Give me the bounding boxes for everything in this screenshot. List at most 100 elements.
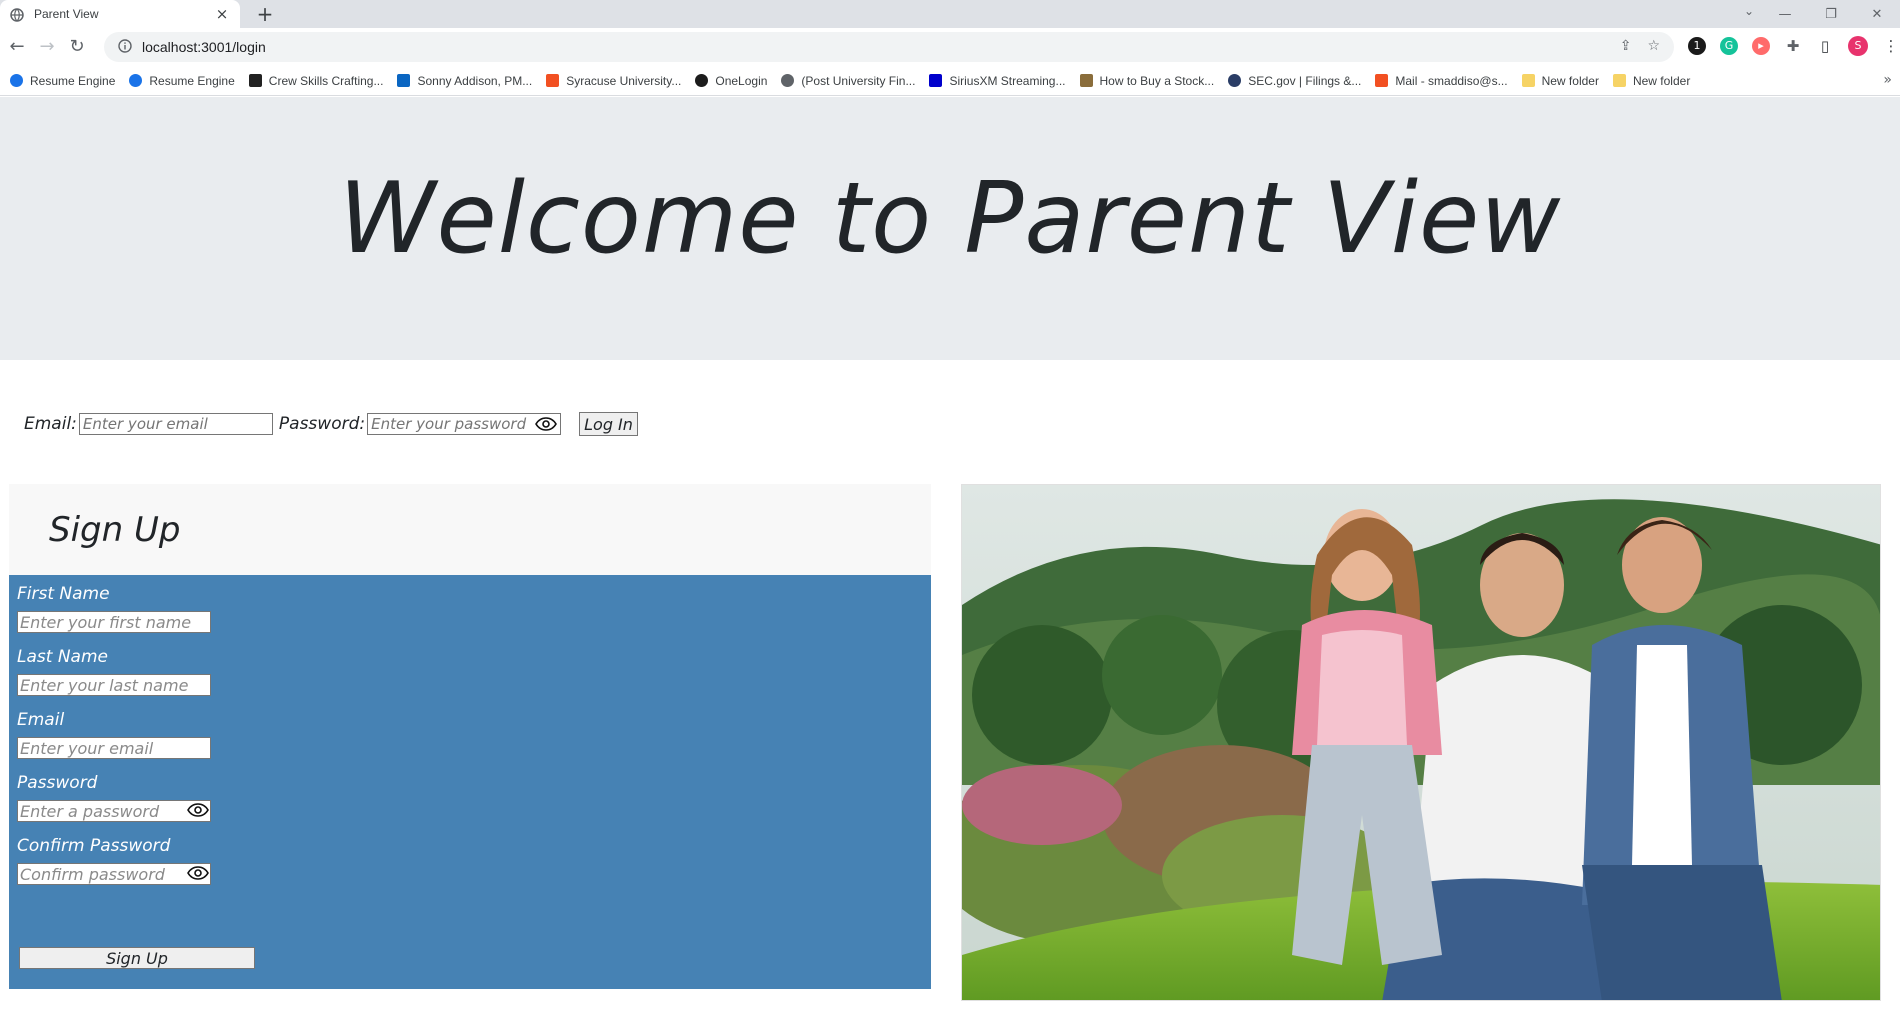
globe-icon [10, 7, 24, 22]
login-button[interactable]: Log In [579, 412, 638, 436]
last-name-label: Last Name [17, 647, 108, 667]
bookmark-label: SEC.gov | Filings &... [1248, 73, 1362, 88]
folder-icon [1521, 74, 1535, 87]
url-text: localhost:3001/login [142, 39, 266, 55]
browser-tab[interactable]: Parent View × [0, 0, 240, 28]
bookmark-item[interactable]: Sonny Addison, PM... [397, 74, 532, 88]
restore-icon[interactable]: ❐ [1808, 7, 1854, 22]
first-name-input[interactable] [17, 611, 211, 633]
linkedin-icon [397, 74, 411, 87]
bookmark-label: Sonny Addison, PM... [417, 73, 533, 88]
reload-icon[interactable]: ↻ [62, 32, 92, 62]
onelogin-icon [695, 74, 709, 87]
bookmark-item[interactable]: Crew Skills Crafting... [248, 73, 384, 88]
bookmark-item[interactable]: SEC.gov | Filings &... [1228, 74, 1361, 88]
login-form: Email: Password: Log In [24, 412, 638, 436]
bookmark-label: SiriusXM Streaming... [949, 73, 1066, 88]
bookmark-item[interactable]: How to Buy a Stock... [1079, 73, 1215, 88]
bookmark-label: Crew Skills Crafting... [268, 73, 384, 88]
window-controls: — ❐ ✕ [1762, 0, 1900, 28]
more-bookmarks-icon[interactable]: » [1883, 72, 1892, 88]
bookmark-label: New folder [1541, 73, 1599, 88]
signup-form: First Name Last Name Email Password Conf… [9, 575, 931, 989]
globe-icon [781, 74, 795, 87]
first-name-label: First Name [17, 584, 110, 604]
page-title: Welcome to Parent View [338, 161, 1562, 276]
family-photo-illustration [962, 485, 1880, 1000]
onepassword-icon[interactable]: 1 [1688, 37, 1706, 55]
tab-strip: Parent View × + ⌄ — ❐ ✕ [0, 0, 1900, 28]
bookmark-label: Syracuse University... [566, 73, 682, 88]
close-icon[interactable]: × [214, 6, 230, 22]
address-bar[interactable]: localhost:3001/login ⇪ ☆ [104, 32, 1674, 62]
microsoft-icon [1375, 74, 1389, 87]
share-icon[interactable]: ⇪ [1620, 38, 1632, 54]
bookmark-item[interactable]: OneLogin [695, 74, 767, 88]
close-window-icon[interactable]: ✕ [1854, 7, 1900, 22]
eye-icon[interactable] [187, 865, 209, 880]
login-password-input[interactable] [367, 413, 562, 435]
login-password-label: Password: [278, 414, 366, 434]
signup-password-label: Password [17, 773, 98, 793]
bookmark-label: How to Buy a Stock... [1099, 73, 1215, 88]
kebab-menu-icon[interactable]: ⋮ [1882, 37, 1900, 55]
minimize-icon[interactable]: — [1762, 7, 1808, 22]
bookmark-item[interactable]: Syracuse University... [546, 74, 681, 88]
login-email-input[interactable] [78, 413, 273, 435]
bookmark-item[interactable]: Resume Engine [10, 74, 115, 88]
bookmark-label: Mail - smaddiso@s... [1395, 73, 1508, 88]
signup-header: Sign Up [9, 484, 931, 575]
bookmark-item[interactable]: Resume Engine [129, 73, 235, 88]
tab-title: Parent View [34, 7, 99, 21]
info-icon[interactable] [118, 38, 132, 57]
signup-password-wrapper [17, 800, 211, 822]
bookmark-item[interactable]: New folder [1612, 73, 1691, 88]
signup-heading: Sign Up [49, 509, 181, 550]
last-name-input[interactable] [17, 674, 211, 696]
bookmark-label: New folder [1632, 73, 1691, 88]
eye-icon[interactable] [187, 802, 209, 817]
puzzle-icon[interactable]: ✚ [1784, 37, 1802, 55]
bookmark-label: (Post University Fin... [801, 73, 916, 88]
grammarly-icon[interactable]: G [1720, 37, 1738, 55]
forward-arrow-icon[interactable]: → [32, 32, 62, 62]
confirm-password-wrapper [17, 863, 211, 885]
confirm-password-label: Confirm Password [17, 836, 171, 856]
signup-email-input[interactable] [17, 737, 211, 759]
page: Welcome to Parent View Email: Password: … [0, 97, 1900, 1018]
bookmark-item[interactable]: SiriusXM Streaming... [929, 73, 1066, 88]
stock-icon [1079, 74, 1093, 87]
bookmark-label: Resume Engine [149, 73, 235, 88]
login-password-wrapper [367, 413, 562, 435]
eye-icon[interactable] [535, 416, 558, 431]
chevron-down-icon[interactable]: ⌄ [1744, 4, 1754, 18]
folder-icon [1612, 74, 1626, 87]
signup-button[interactable]: Sign Up [19, 947, 255, 969]
triangle-icon [248, 74, 262, 87]
screencast-icon[interactable]: ▸ [1752, 37, 1770, 55]
signup-email-label: Email [17, 710, 65, 730]
family-photo [961, 484, 1881, 1001]
bookmark-label: OneLogin [715, 73, 768, 88]
gear-icon [129, 74, 143, 87]
extension-bar: 1 G ▸ ✚ ▯ S ⋮ [1688, 36, 1900, 56]
siriusxm-icon [929, 74, 943, 87]
gear-icon [10, 74, 23, 87]
back-arrow-icon[interactable]: ← [2, 32, 32, 62]
star-icon[interactable]: ☆ [1647, 38, 1660, 54]
confirm-password-input[interactable] [17, 863, 211, 885]
bookmark-item[interactable]: Mail - smaddiso@s... [1375, 73, 1508, 88]
hero-banner: Welcome to Parent View [0, 97, 1900, 360]
signup-password-input[interactable] [17, 800, 211, 822]
bookmark-item[interactable]: (Post University Fin... [781, 74, 915, 88]
browser-toolbar: ← → ↻ localhost:3001/login ⇪ ☆ 1 G ▸ ✚ ▯… [0, 28, 1900, 66]
bookmark-label: Resume Engine [30, 73, 116, 88]
sec-seal-icon [1228, 74, 1242, 87]
bookmarks-bar: Resume Engine Resume Engine Crew Skills Cr… [0, 66, 1900, 96]
login-email-label: Email: [24, 414, 77, 434]
side-panel-icon[interactable]: ▯ [1816, 37, 1834, 55]
new-tab-icon[interactable]: + [254, 3, 276, 25]
microsoft-icon [546, 74, 560, 87]
avatar[interactable]: S [1848, 36, 1868, 56]
bookmark-item[interactable]: New folder [1521, 73, 1599, 88]
